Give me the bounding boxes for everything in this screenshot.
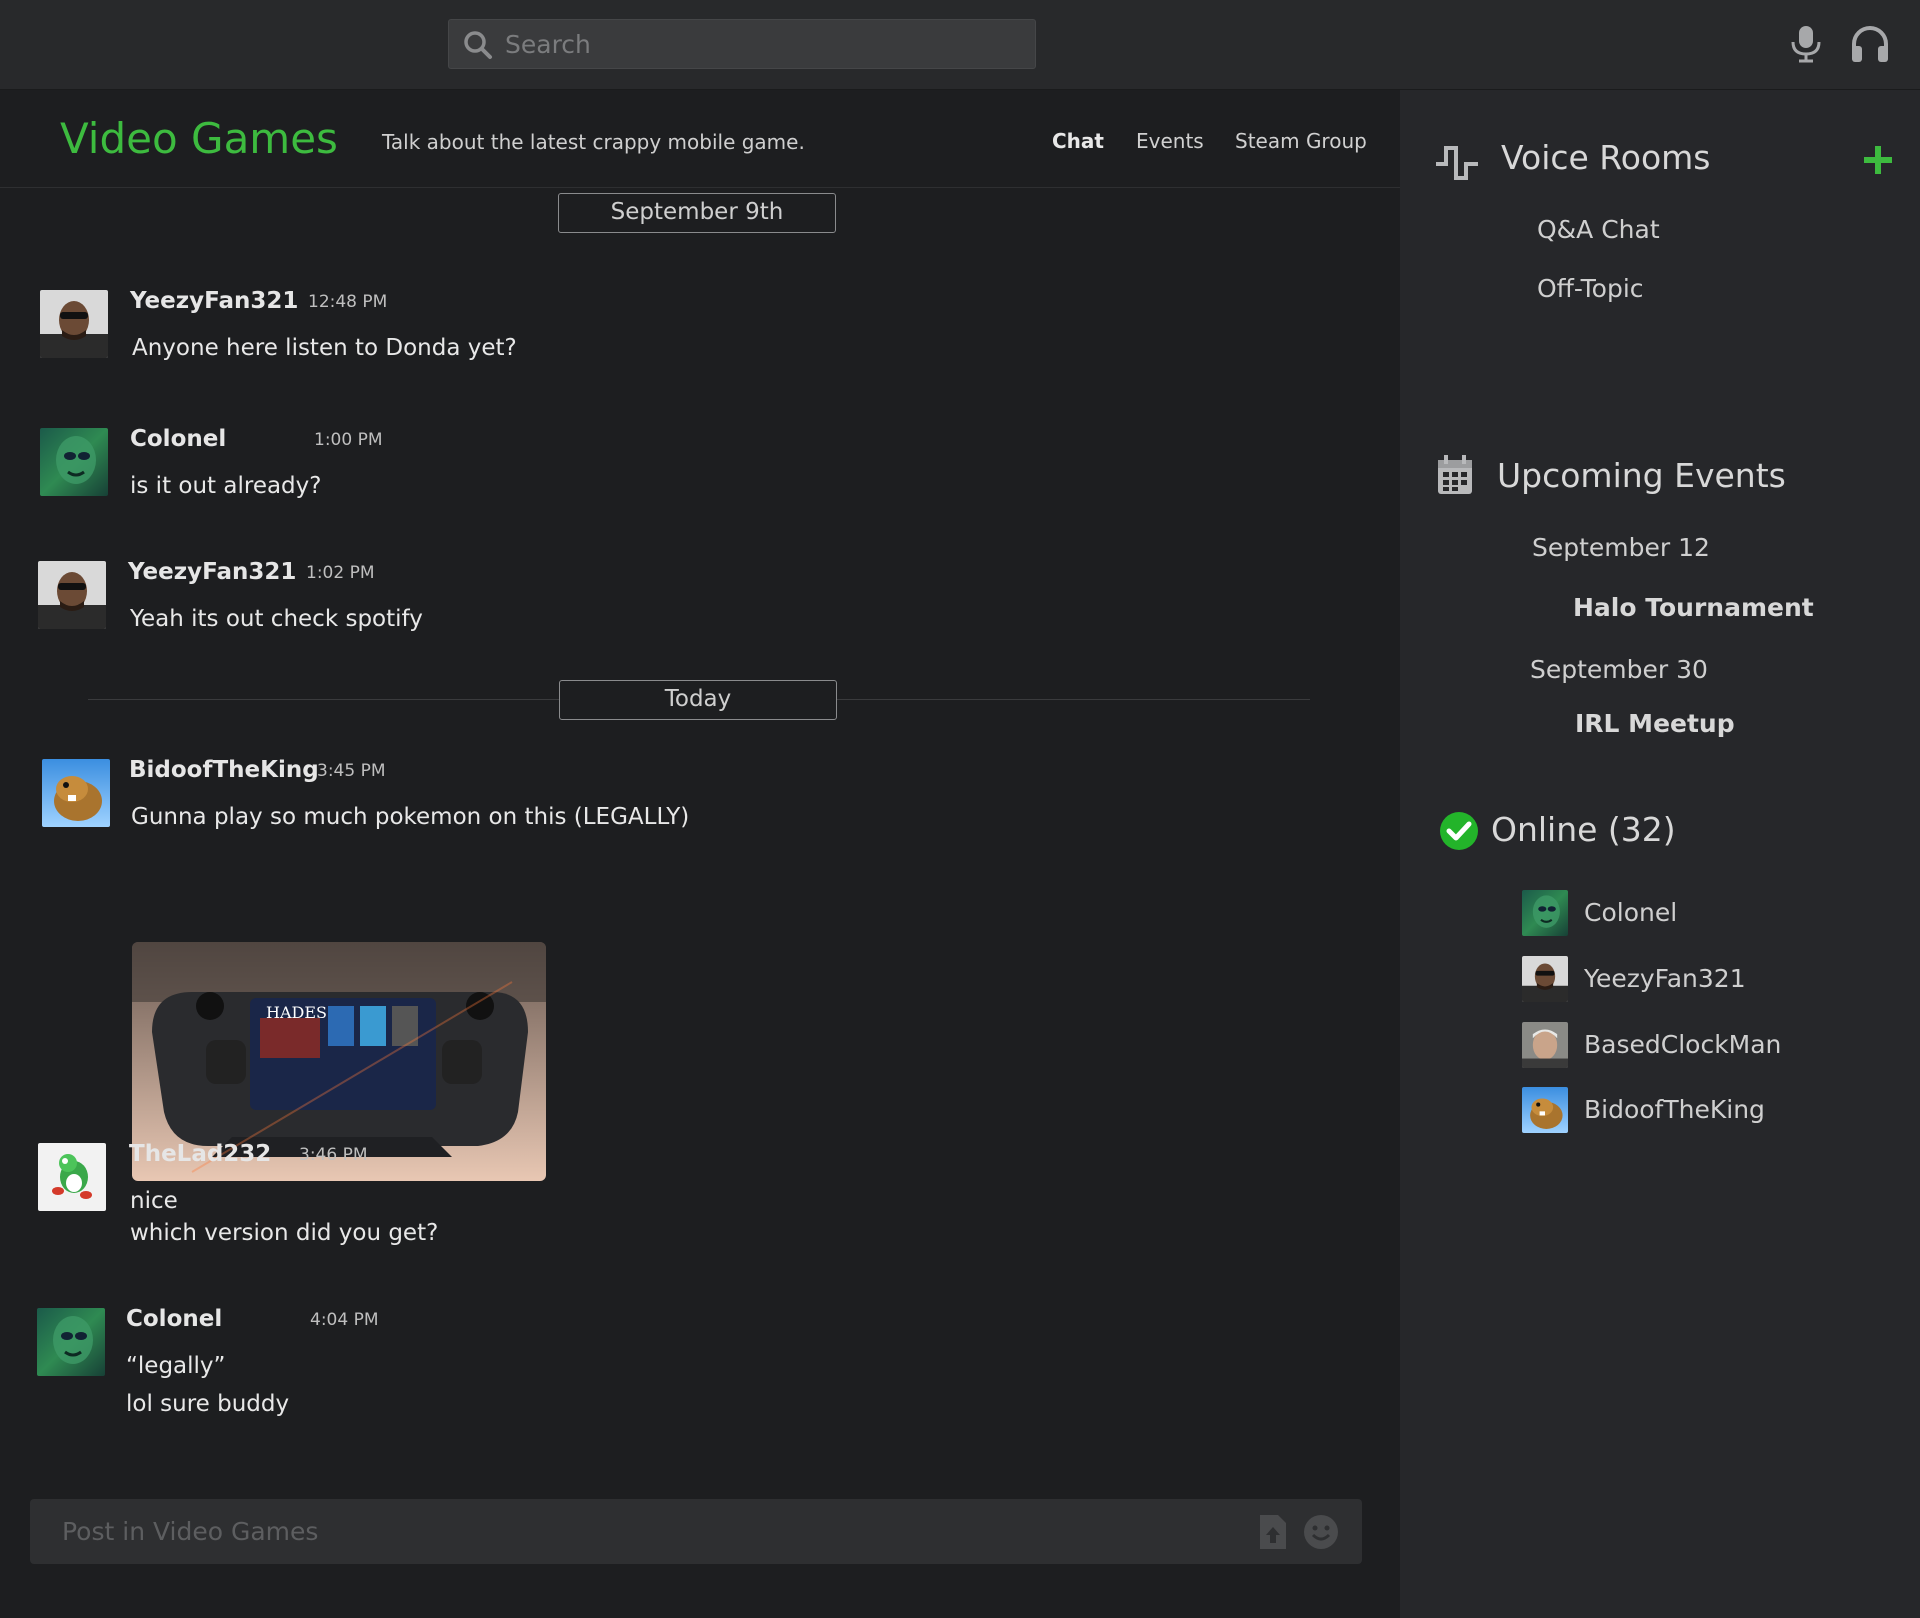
event-date: September 12 <box>1532 533 1710 562</box>
message-text: “legally” <box>126 1353 226 1379</box>
right-sidebar: Voice Rooms Q&A Chat Off-Topic Upcoming … <box>1400 90 1920 1618</box>
date-separator-first: September 9th <box>558 193 836 233</box>
avatar-yeezyfan321 <box>1522 956 1568 1002</box>
event-irl-meetup[interactable]: IRL Meetup <box>1575 709 1735 738</box>
message-author[interactable]: Colonel <box>130 426 226 452</box>
voice-room-off-topic[interactable]: Off-Topic <box>1537 274 1644 303</box>
online-title: Online (32) <box>1491 810 1676 849</box>
event-date: September 30 <box>1530 655 1708 684</box>
waveform-icon <box>1436 146 1478 180</box>
avatar-basedclockman <box>1522 1022 1568 1068</box>
file-upload-icon[interactable] <box>1254 1513 1292 1551</box>
voice-room-qa-chat[interactable]: Q&A Chat <box>1537 215 1660 244</box>
channel-description: Talk about the latest crappy mobile game… <box>382 130 805 154</box>
avatar-colonel <box>1522 890 1568 936</box>
message-author[interactable]: Colonel <box>126 1306 222 1332</box>
message-time: 12:48 PM <box>308 292 388 312</box>
channel-header: Video Games Talk about the latest crappy… <box>0 90 1400 188</box>
message-text: lol sure buddy <box>126 1391 290 1417</box>
message-time: 1:02 PM <box>306 563 375 583</box>
tab-steam-group[interactable]: Steam Group <box>1235 129 1367 153</box>
search-box[interactable] <box>448 19 1036 69</box>
message-author[interactable]: YeezyFan321 <box>128 559 296 585</box>
message-text: Yeah its out check spotify <box>130 606 423 632</box>
attachment-screen-text: HADES <box>266 1003 327 1022</box>
message-text: Gunna play so much pokemon on this (LEGA… <box>131 804 690 830</box>
online-user-name: BasedClockMan <box>1584 1030 1782 1059</box>
headphones-icon[interactable] <box>1850 24 1890 64</box>
event-halo-tournament[interactable]: Halo Tournament <box>1573 593 1814 622</box>
calendar-icon <box>1438 455 1472 494</box>
online-user-name: Colonel <box>1584 898 1678 927</box>
message-text: which version did you get? <box>130 1220 439 1246</box>
message-time: 3:46 PM <box>299 1145 368 1165</box>
message-author[interactable]: YeezyFan321 <box>130 288 298 314</box>
search-icon <box>464 31 492 59</box>
avatar-yeezyfan321[interactable] <box>38 561 106 629</box>
check-circle-icon <box>1440 812 1478 850</box>
avatar-bidooftheking[interactable] <box>42 759 110 827</box>
tab-chat[interactable]: Chat <box>1052 129 1104 153</box>
tab-events[interactable]: Events <box>1136 129 1204 153</box>
avatar-thelad232[interactable] <box>38 1143 106 1211</box>
channel-title: Video Games <box>60 114 338 163</box>
avatar-colonel[interactable] <box>37 1308 105 1376</box>
message-text: nice <box>130 1188 178 1214</box>
date-separator-today: Today <box>559 680 837 720</box>
avatar-yeezyfan321[interactable] <box>40 290 108 358</box>
message-text: is it out already? <box>130 473 322 499</box>
message-author[interactable]: BidoofTheKing <box>129 757 319 783</box>
chat-pane: Video Games Talk about the latest crappy… <box>0 90 1400 1618</box>
emoji-icon[interactable] <box>1302 1513 1340 1551</box>
online-user[interactable]: BasedClockMan <box>1522 1022 1882 1068</box>
search-input[interactable] <box>505 20 1025 68</box>
message-time: 4:04 PM <box>310 1310 379 1330</box>
online-user[interactable]: BidoofTheKing <box>1522 1087 1882 1133</box>
message-time: 1:00 PM <box>314 430 383 450</box>
plus-icon[interactable] <box>1860 142 1896 178</box>
message-author[interactable]: TheLad232 <box>129 1141 271 1167</box>
message-input[interactable] <box>62 1499 1242 1564</box>
online-user[interactable]: YeezyFan321 <box>1522 956 1882 1002</box>
avatar-bidooftheking <box>1522 1087 1568 1133</box>
online-user-name: YeezyFan321 <box>1584 964 1746 993</box>
message-text: Anyone here listen to Donda yet? <box>132 335 517 361</box>
message-time: 3:45 PM <box>317 761 386 781</box>
message-composer[interactable] <box>30 1499 1362 1564</box>
microphone-icon[interactable] <box>1786 24 1826 64</box>
voice-rooms-title: Voice Rooms <box>1501 138 1711 177</box>
online-user-name: BidoofTheKing <box>1584 1095 1765 1124</box>
top-bar <box>0 0 1920 90</box>
avatar-colonel[interactable] <box>40 428 108 496</box>
upcoming-events-title: Upcoming Events <box>1497 456 1786 495</box>
online-user[interactable]: Colonel <box>1522 890 1882 936</box>
